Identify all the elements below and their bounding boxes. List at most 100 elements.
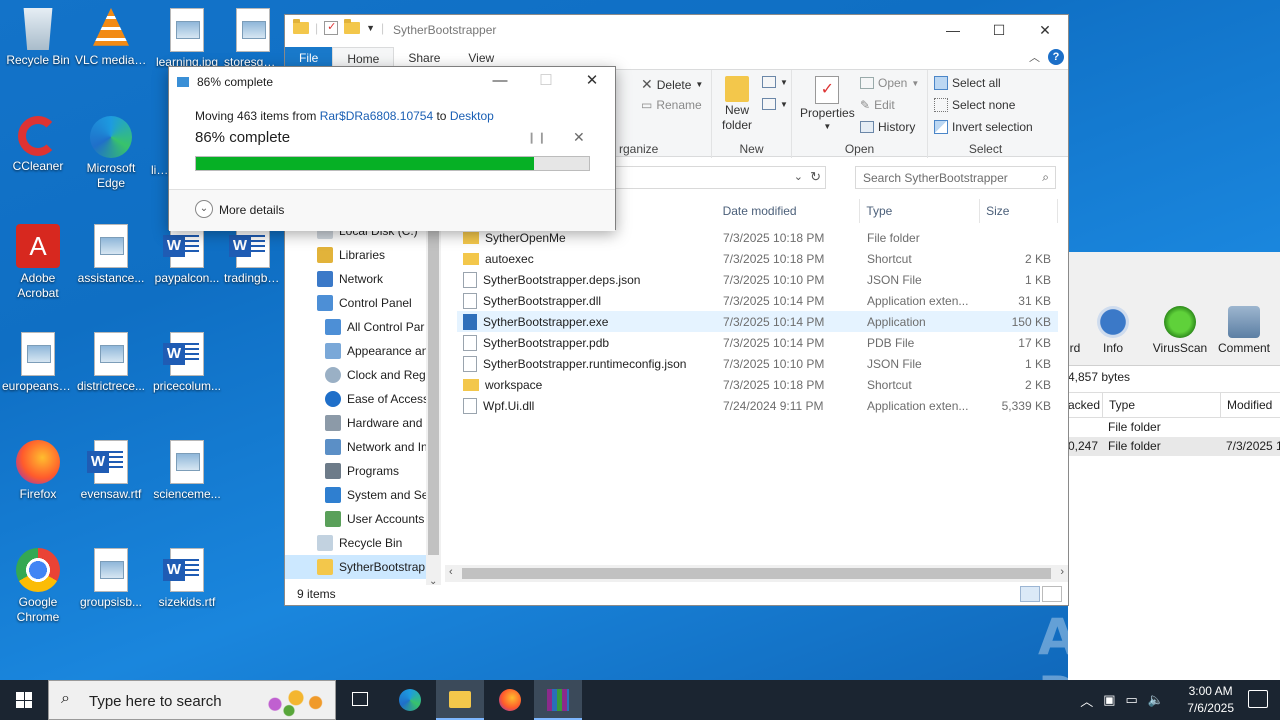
nav-item-ease-of-access[interactable]: Ease of Access (325, 387, 429, 411)
desktop-icon-word-file[interactable]: W sizekids.rtf (149, 548, 225, 610)
nav-item-all-control-panel[interactable]: All Control Par (325, 315, 424, 339)
nav-item-programs[interactable]: Programs (325, 459, 399, 483)
column-size[interactable]: Size (980, 199, 1058, 223)
destination-link[interactable]: Desktop (450, 109, 494, 123)
column-date-modified[interactable]: Date modified (717, 199, 861, 223)
desktop-icon-image-file[interactable]: groupsisb... (73, 548, 149, 610)
close-button[interactable]: ✕ (569, 67, 615, 97)
nav-item-control-panel[interactable]: Control Panel (317, 291, 412, 315)
cancel-button[interactable]: ✕ (573, 129, 585, 146)
desktop-icon-edge[interactable]: Microsoft Edge (73, 116, 149, 191)
desktop-icon-word-file[interactable]: W tradingbeg... (222, 224, 284, 286)
nav-item-recycle-bin[interactable]: Recycle Bin (317, 531, 402, 555)
desktop-icon-word-file[interactable]: W evensaw.rtf (73, 440, 149, 502)
horizontal-scrollbar[interactable]: ‹ › (445, 565, 1068, 582)
file-row[interactable]: autoexec 7/3/2025 10:18 PM Shortcut 2 KB (457, 248, 1058, 269)
winrar-comment-button[interactable]: Comment (1214, 306, 1274, 355)
volume-icon[interactable]: 🔈 (1148, 692, 1164, 708)
nav-item-appearance[interactable]: Appearance an (325, 339, 428, 363)
column-type[interactable]: Type (860, 199, 981, 223)
desktop-icon-image-file[interactable]: assistance... (73, 224, 149, 286)
open-button[interactable]: Open ▼ (860, 76, 919, 90)
file-row[interactable]: SytherBootstrapper.runtimeconfig.json 7/3… (457, 353, 1058, 374)
nav-scrollbar-thumb[interactable] (428, 225, 439, 555)
desktop-icon-image-file[interactable]: learning.jpg (149, 8, 225, 70)
horizontal-scrollbar-thumb[interactable] (462, 568, 1051, 579)
nav-item-hardware[interactable]: Hardware and (325, 411, 422, 435)
winrar-info-button[interactable]: Info (1084, 306, 1142, 355)
desktop-icon-image-file[interactable]: scienceme... (149, 440, 225, 502)
desktop-icon-word-file[interactable]: W pricecolum... (149, 332, 225, 394)
file-row[interactable]: workspace 7/3/2025 10:18 PM Shortcut 2 KB (457, 374, 1058, 395)
file-row[interactable]: Wpf.Ui.dll 7/24/2024 9:11 PM Application e… (457, 395, 1058, 416)
meet-now-icon[interactable]: ▣ (1103, 692, 1115, 708)
file-row[interactable]: SytherBootstrapper.exe 7/3/2025 10:14 PM A… (457, 311, 1058, 332)
nav-item-network[interactable]: Network (317, 267, 383, 291)
start-button[interactable] (0, 680, 48, 720)
task-view-button[interactable] (336, 680, 384, 720)
desktop-icon-image-file[interactable]: europeansa... (0, 332, 76, 394)
chevron-down-icon[interactable]: ⌄ (794, 170, 803, 183)
nav-item-clock[interactable]: Clock and Regi (325, 363, 428, 387)
chevron-left-icon[interactable]: ‹ (449, 566, 453, 578)
properties-check-icon[interactable]: ✓ (324, 21, 339, 35)
desktop-icon-word-file[interactable]: W paypalcon... (149, 224, 225, 286)
clock[interactable]: 3:00 AM 7/6/2025 (1187, 683, 1234, 717)
easy-access-button[interactable]: ▼ (762, 98, 788, 110)
desktop-icon-firefox[interactable]: Firefox (0, 440, 76, 502)
chevron-up-icon[interactable]: ︿ (1080, 691, 1093, 710)
nav-item-libraries[interactable]: Libraries (317, 243, 385, 267)
taskbar-file-explorer[interactable] (436, 680, 484, 720)
source-link[interactable]: Rar$DRa6808.10754 (320, 109, 433, 123)
desktop-icon-image-file[interactable]: storesgov... (222, 8, 284, 70)
nav-item-network-internet[interactable]: Network and In (325, 435, 428, 459)
maximize-button[interactable]: ☐ (976, 15, 1022, 45)
nav-scrollbar[interactable]: ⌄ (426, 225, 441, 587)
nav-item-system-security[interactable]: System and Se (325, 483, 428, 507)
collapse-ribbon-icon[interactable]: ︿ (1029, 49, 1040, 65)
search-input[interactable]: Search SytherBootstrapper ⌕ (855, 166, 1056, 189)
history-button[interactable]: History (860, 120, 915, 134)
select-all-button[interactable]: Select all (934, 76, 1001, 90)
more-details-button[interactable]: More details (219, 203, 284, 217)
rename-button[interactable]: ▭ Rename (641, 98, 702, 112)
large-icons-view-icon[interactable] (1042, 586, 1062, 602)
new-folder-button[interactable]: New folder (722, 76, 752, 132)
desktop-icon-image-file[interactable]: districtrece... (73, 332, 149, 394)
new-item-button[interactable]: ▼ (762, 76, 788, 88)
new-folder-icon[interactable] (344, 19, 361, 34)
invert-selection-button[interactable]: Invert selection (934, 120, 1033, 134)
select-none-button[interactable]: Select none (934, 98, 1015, 112)
winrar-row[interactable]: File folder (1068, 418, 1280, 437)
chevron-down-icon[interactable]: ▼ (366, 23, 375, 33)
properties-button[interactable]: ✓ Properties ▼ (800, 76, 855, 131)
help-icon[interactable]: ? (1048, 49, 1064, 65)
minimize-button[interactable]: — (477, 67, 523, 97)
close-button[interactable]: ✕ (1022, 15, 1068, 45)
chevron-down-icon[interactable]: ⌄ (195, 200, 213, 218)
pause-button[interactable]: ❙❙ (527, 131, 547, 144)
network-icon[interactable]: ▭ (1126, 692, 1138, 708)
taskbar-winrar[interactable] (534, 680, 582, 720)
refresh-icon[interactable]: ↻ (810, 169, 821, 185)
taskbar-firefox[interactable] (486, 680, 534, 720)
desktop-icon-vlc[interactable]: VLC media player (73, 8, 149, 68)
details-view-icon[interactable] (1020, 586, 1040, 602)
nav-item-user-accounts[interactable]: User Accounts (325, 507, 424, 531)
edit-button[interactable]: ✎ Edit (860, 98, 895, 112)
minimize-button[interactable]: — (930, 15, 976, 45)
desktop-icon-recycle-bin[interactable]: Recycle Bin (0, 8, 76, 68)
file-row[interactable]: SytherBootstrapper.deps.json 7/3/2025 10:… (457, 269, 1058, 290)
taskbar-search[interactable]: ⌕ Type here to search (48, 680, 336, 720)
winrar-row[interactable]: 0,247 File folder 7/3/2025 1 (1068, 437, 1280, 456)
chevron-right-icon[interactable]: › (1060, 566, 1064, 578)
notification-icon[interactable] (1248, 690, 1268, 708)
nav-item-sytherbootstrapper[interactable]: SytherBootstrap (285, 555, 426, 579)
desktop-icon-acrobat[interactable]: A Adobe Acrobat (0, 224, 76, 301)
file-row[interactable]: SytherBootstrapper.pdb 7/3/2025 10:14 PM P… (457, 332, 1058, 353)
taskbar-edge[interactable] (386, 680, 434, 720)
file-row[interactable]: SytherBootstrapper.dll 7/3/2025 10:14 PM A… (457, 290, 1058, 311)
desktop-icon-chrome[interactable]: Google Chrome (0, 548, 76, 625)
winrar-virusscan-button[interactable]: VirusScan (1151, 306, 1209, 355)
delete-button[interactable]: ✕ Delete ▼ (641, 76, 703, 93)
